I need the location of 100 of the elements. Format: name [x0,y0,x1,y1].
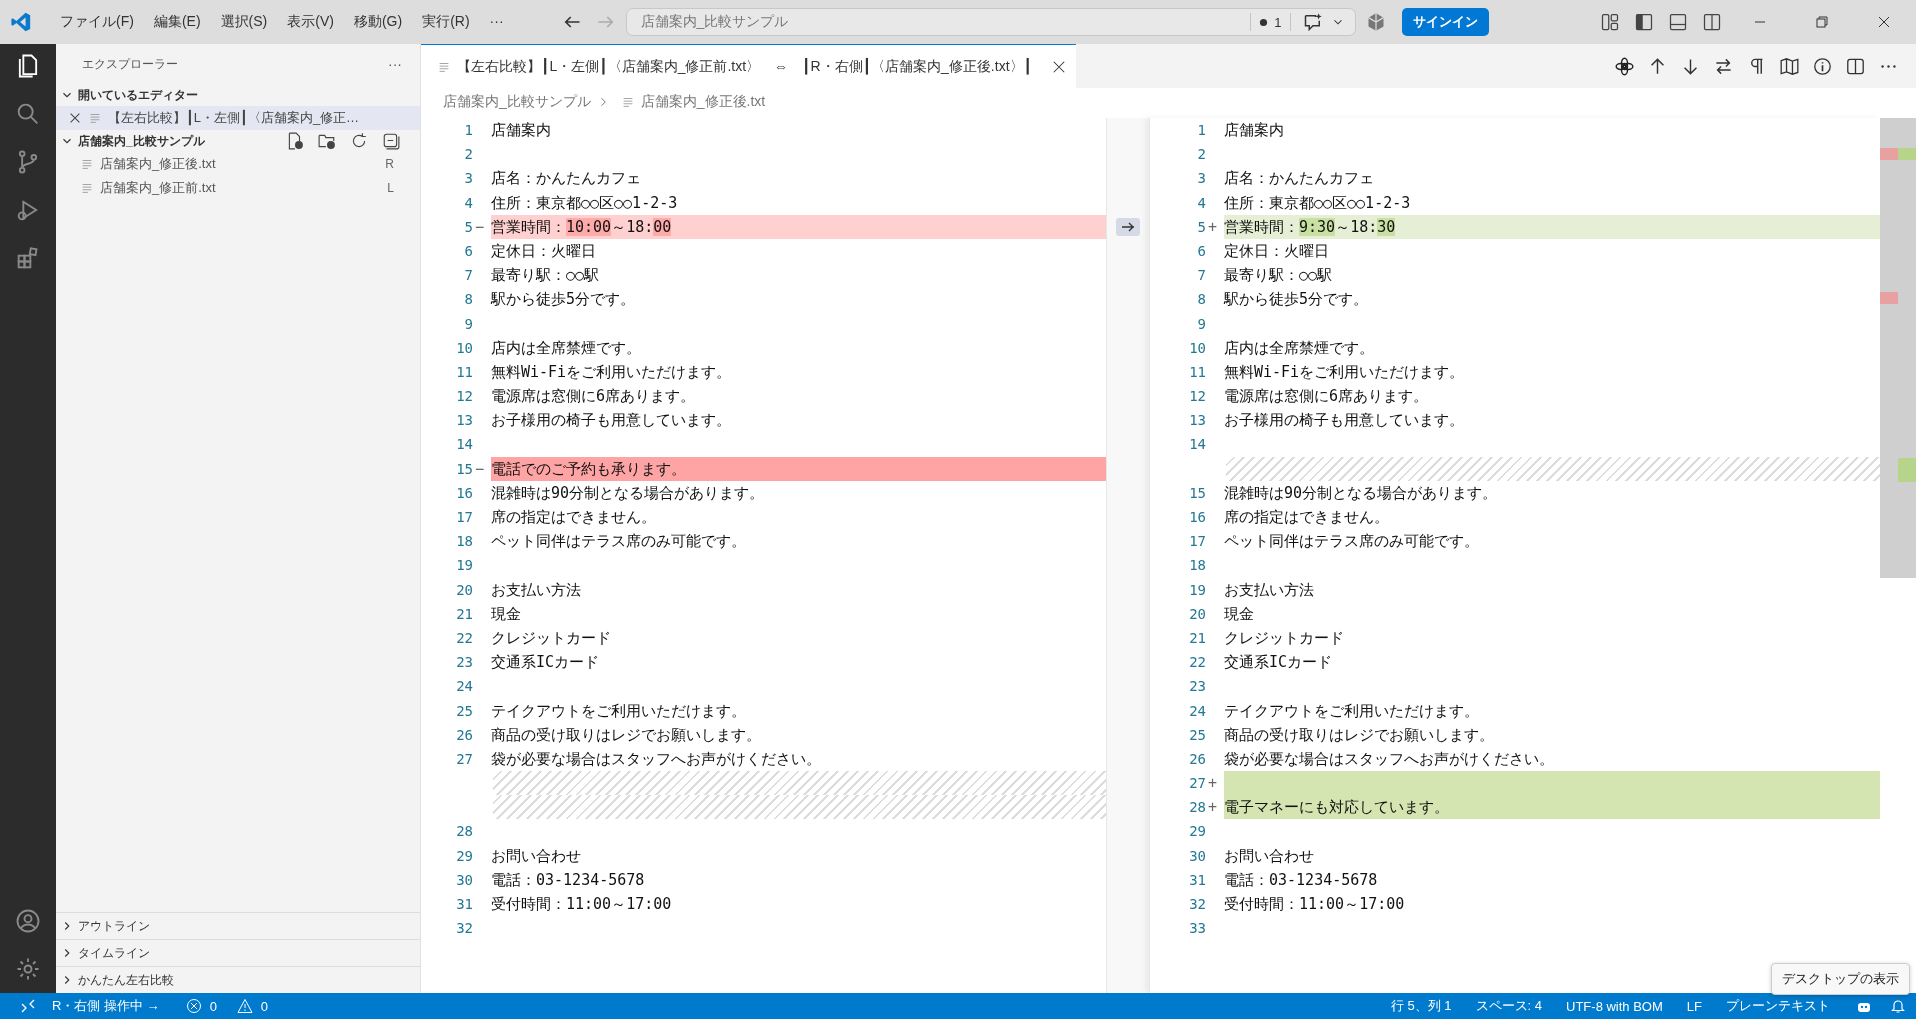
line-number: 29 [1188,822,1206,842]
folder-header[interactable]: 店舗案内_比較サンプル [56,130,420,152]
line-number: 25 [455,701,473,721]
line-number: 8 [463,290,473,310]
new-file-icon[interactable] [286,132,304,150]
file-item[interactable]: 店舗案内_修正前.txt L [56,176,420,200]
menu-item[interactable]: ファイル(F) [52,9,142,35]
collapse-all-icon[interactable] [382,132,400,150]
menu-item[interactable]: 選択(S) [212,9,276,35]
editor-tab[interactable]: 【左右比較】┃L・左側┃〈店舗案内_修正前.txt〉 ⇔ ┃R・右側┃〈店舗案内_修正後.txt〉┃ [421,44,1076,88]
code-line: 無料Wi-Fiをご利用いただけます。 [1224,361,1466,383]
menu-item[interactable]: 表示(V) [279,9,342,35]
line-number: 5 [463,217,473,237]
diff-marker [1880,148,1898,160]
split-editor-icon[interactable] [1846,56,1865,76]
code-line: 袋が必要な場合はスタッフへお声がけください。 [1224,748,1555,770]
error-icon[interactable] [185,998,202,1014]
menu-item[interactable]: ··· [481,9,512,35]
cursor-position[interactable]: 行 5、列 1 [1382,997,1460,1015]
code-line: 店内は全席禁煙です。 [491,337,642,359]
line-number: 15 [1188,483,1206,503]
line-number: 6 [1196,241,1206,261]
diff-marker [1880,292,1898,304]
diff-sign: − [475,217,485,236]
line-number: 7 [463,266,473,286]
code-line: テイクアウトをご利用いただけます。 [1224,700,1480,722]
map-icon[interactable] [1780,56,1799,76]
command-center-search[interactable]: 店舗案内_比較サンプル 1 [625,8,1356,36]
warning-count[interactable]: 0 [260,998,271,1014]
code-line: テイクアウトをご利用いただけます。 [491,700,747,722]
down-arrow-icon[interactable] [1681,56,1700,76]
indentation[interactable]: スペース: 4 [1467,997,1551,1015]
collapsed-section[interactable]: アウトライン [56,912,420,939]
line-number: 12 [455,387,473,407]
error-count[interactable]: 0 [209,998,219,1014]
collapsed-section[interactable]: タイムライン [56,939,420,966]
breadcrumb-item[interactable]: 店舗案内_比較サンプル [443,93,591,111]
code-line: お子様用の椅子も用意しています。 [1224,410,1465,432]
account-icon[interactable] [14,907,42,935]
breadcrumb-item[interactable]: 店舗案内_修正後.txt [640,93,766,111]
file-item[interactable]: 店舗案内_修正後.txt R [56,152,420,176]
language-mode[interactable]: プレーンテキスト [1718,997,1838,1015]
file-status-label: R [385,157,394,171]
line-number: 33 [1188,919,1206,939]
line-ending[interactable]: LF [1678,998,1710,1014]
section-header[interactable]: 開いているエディター [56,84,420,106]
menu-item[interactable]: 編集(E) [145,9,209,35]
info-icon[interactable] [1813,56,1832,76]
line-number: 5 [1196,217,1206,237]
revert-arrow-button[interactable] [1116,217,1140,236]
line-number: 6 [463,241,473,261]
code-line: ペット同伴はテラス席のみ可能です。 [491,531,747,553]
close-icon[interactable] [1051,59,1066,74]
code-line: 電源席は窓側に6席あります。 [1224,386,1430,408]
more-actions-button[interactable]: ··· [388,56,402,72]
app-logo-icon [10,11,32,33]
line-number: 32 [455,919,473,939]
line-number: 23 [455,653,473,673]
bell-icon[interactable] [1890,998,1906,1014]
line-number: 28 [455,822,473,842]
encoding[interactable]: UTF-8 with BOM [1558,998,1671,1014]
close-icon[interactable] [68,111,82,125]
diff-sign: + [1208,798,1218,817]
code-line: 交通系ICカード [1224,652,1334,674]
open-editor-item[interactable]: 【左右比較】┃L・左側┃〈店舗案内_修正… [56,106,420,130]
line-number: 11 [1188,362,1206,382]
code-line: 無料Wi-Fiをご利用いただけます。 [491,361,733,383]
remote-icon[interactable] [20,998,36,1014]
flower-knot-icon[interactable] [1615,56,1634,76]
new-folder-icon[interactable] [318,132,336,150]
code-line: 店舗案内 [491,120,552,141]
layout-grid-icon[interactable] [1600,12,1620,32]
code-line: 定休日：火曜日 [1224,240,1330,262]
menu-item[interactable]: 実行(R) [414,9,478,35]
diff-sign: + [1208,217,1218,236]
refresh-icon[interactable] [350,132,368,150]
line-number: 4 [1196,193,1206,213]
status-item[interactable]: R・右側 操作中 → [44,997,168,1015]
line-number: 14 [1188,435,1206,455]
code-line: クレジットカード [1224,627,1345,649]
code-line: 電源席は窓側に6席あります。 [491,386,697,408]
up-arrow-icon[interactable] [1648,56,1667,76]
line-number: 30 [1188,846,1206,866]
line-number: 30 [455,870,473,890]
problem-count: 1 [1274,14,1282,30]
panel-toggle-icon[interactable] [1668,12,1688,32]
split-layout-icon[interactable] [1702,12,1722,32]
line-number: 22 [1188,653,1206,673]
line-number: 8 [1196,290,1206,310]
warning-icon[interactable] [236,998,253,1014]
line-number: 15 [455,459,473,479]
chat-sparkle-icon[interactable] [1302,12,1323,32]
line-number: 1 [1196,121,1206,140]
line-number: 13 [1188,411,1206,431]
line-number: 10 [1188,338,1206,358]
menu-item[interactable]: 移動(G) [345,9,411,35]
sidebar-toggle-icon[interactable] [1634,12,1654,32]
sign-in-button[interactable]: サインイン [1401,8,1489,36]
code-line: 最寄り駅：○○駅 [491,265,601,287]
swap-icon[interactable] [1714,56,1733,76]
